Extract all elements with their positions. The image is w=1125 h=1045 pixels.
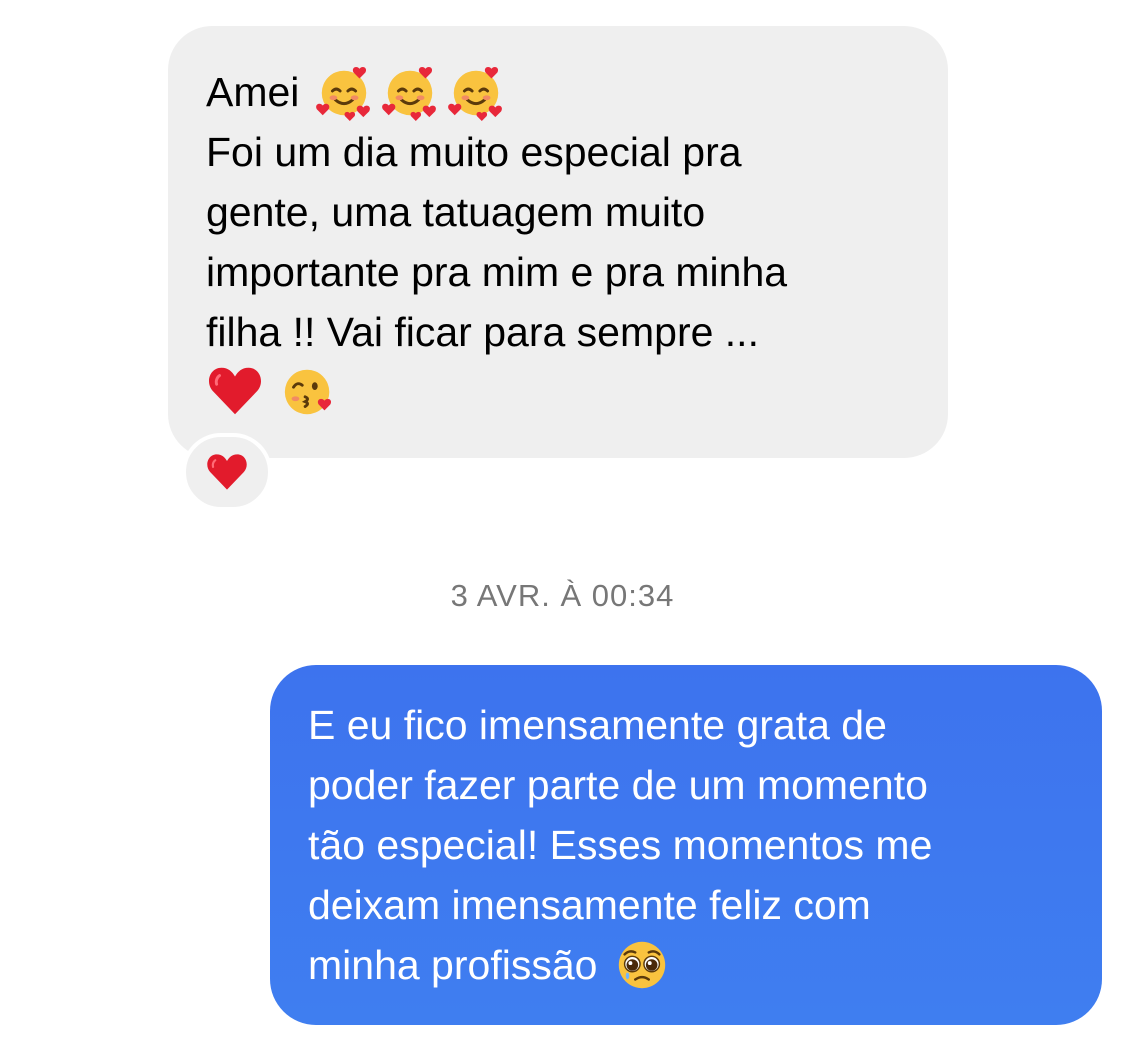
message-text: filha !! Vai ficar para sempre ... bbox=[206, 309, 759, 355]
message-text: tão especial! Esses momentos me bbox=[308, 822, 933, 868]
message-timestamp: 3 AVR. À 00:34 bbox=[450, 578, 675, 613]
message-text: deixam imensamente feliz com bbox=[308, 882, 871, 928]
red-heart-icon bbox=[206, 362, 264, 420]
message-line: poder fazer parte de um momento bbox=[308, 755, 1072, 815]
message-line: deixam imensamente feliz com bbox=[308, 875, 1072, 935]
message-line: Amei bbox=[206, 62, 910, 122]
message-emoji-line bbox=[206, 362, 910, 420]
message-line: E eu fico imensamente grata de bbox=[308, 695, 1072, 755]
message-line: filha !! Vai ficar para sempre ... bbox=[206, 302, 910, 362]
reaction-badge[interactable] bbox=[182, 433, 272, 511]
message-text: poder fazer parte de um momento bbox=[308, 762, 928, 808]
message-text: gente, uma tatuagem muito bbox=[206, 189, 706, 235]
smiling-face-with-hearts-icon bbox=[381, 63, 439, 121]
message-line: gente, uma tatuagem muito bbox=[206, 182, 910, 242]
message-line: tão especial! Esses momentos me bbox=[308, 815, 1072, 875]
pleading-face-icon bbox=[613, 936, 671, 994]
incoming-message-bubble[interactable]: Amei Foi um dia muito especial pra gente… bbox=[168, 26, 948, 458]
outgoing-message-bubble[interactable]: E eu fico imensamente grata de poder faz… bbox=[270, 665, 1102, 1025]
smiling-face-with-hearts-icon bbox=[447, 63, 505, 121]
message-text: minha profissão bbox=[308, 942, 598, 988]
face-blowing-kiss-icon bbox=[280, 362, 338, 420]
message-line: Foi um dia muito especial pra bbox=[206, 122, 910, 182]
message-text: Foi um dia muito especial pra bbox=[206, 129, 742, 175]
red-heart-icon bbox=[207, 454, 247, 490]
message-text: Amei bbox=[206, 69, 300, 115]
message-line: importante pra mim e pra minha bbox=[206, 242, 910, 302]
smiling-face-with-hearts-icon bbox=[315, 63, 373, 121]
message-text: importante pra mim e pra minha bbox=[206, 249, 788, 295]
message-text: E eu fico imensamente grata de bbox=[308, 702, 887, 748]
message-line: minha profissão bbox=[308, 935, 1072, 995]
